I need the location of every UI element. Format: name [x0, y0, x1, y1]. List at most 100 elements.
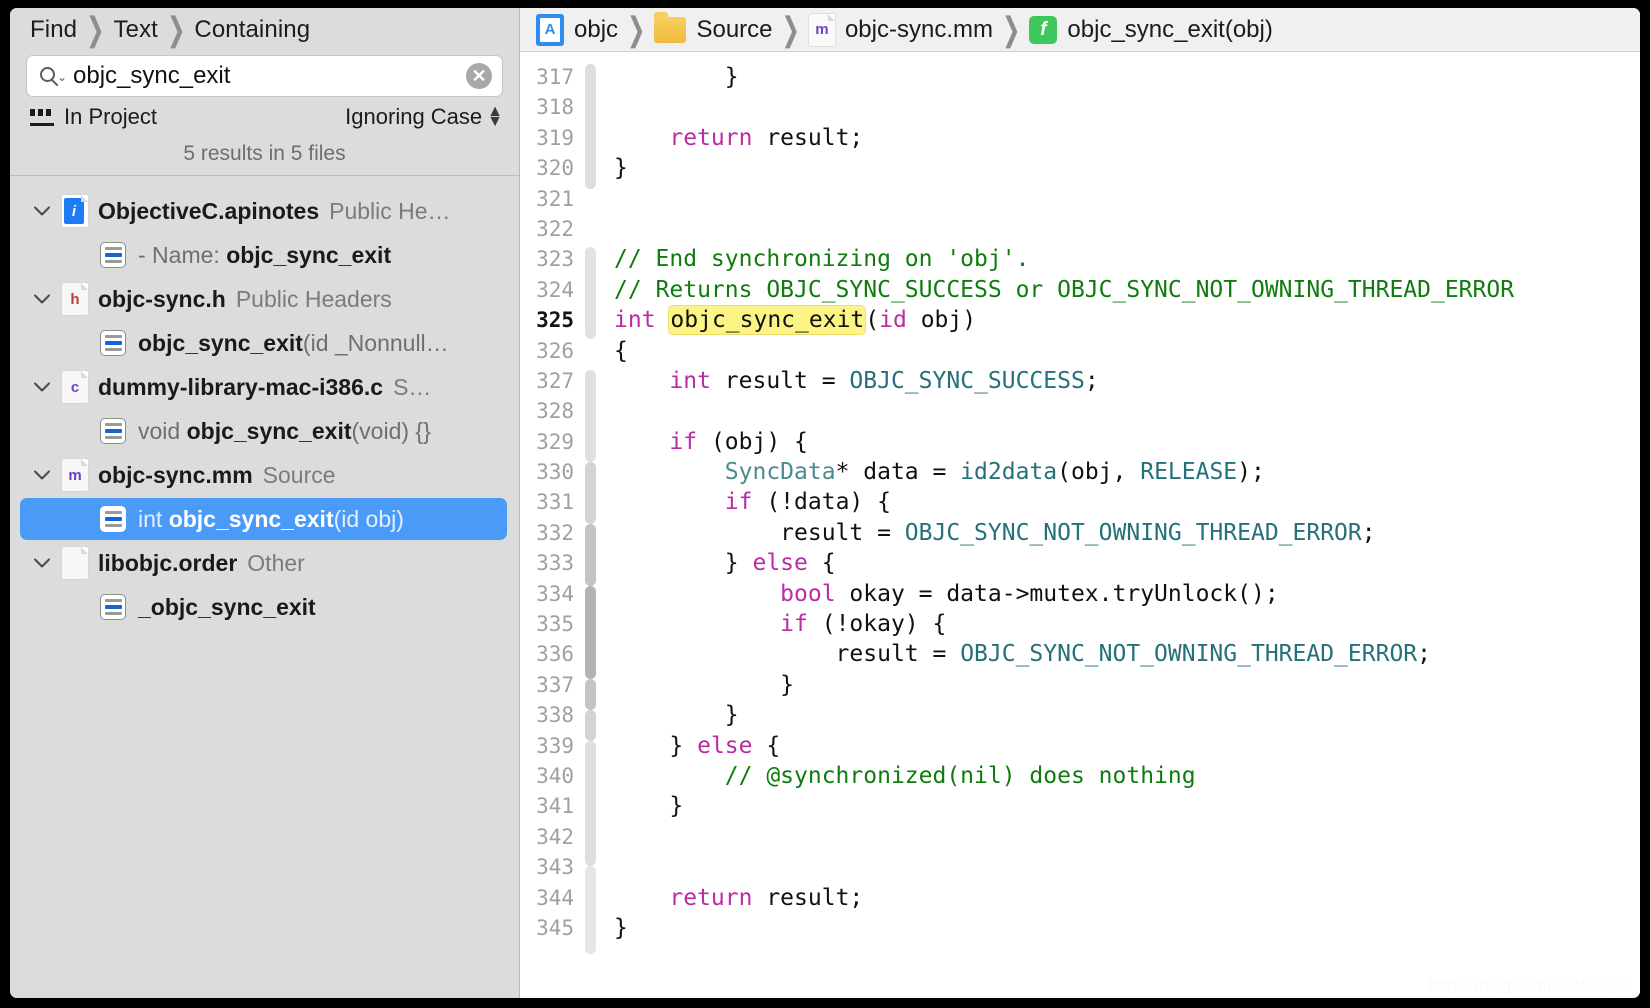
- line-number[interactable]: 340: [520, 761, 574, 791]
- fold-segment[interactable]: [585, 64, 596, 189]
- chevron-down-icon[interactable]: [32, 558, 52, 569]
- code-line[interactable]: if (!okay) {: [614, 609, 1640, 639]
- code-line[interactable]: SyncData* data = id2data(obj, RELEASE);: [614, 457, 1640, 487]
- code-line[interactable]: }: [614, 670, 1640, 700]
- line-number[interactable]: 342: [520, 822, 574, 852]
- fold-segment[interactable]: [585, 247, 596, 339]
- line-number[interactable]: 329: [520, 427, 574, 457]
- line-number[interactable]: 320: [520, 153, 574, 183]
- code-line[interactable]: result = OBJC_SYNC_NOT_OWNING_THREAD_ERR…: [614, 639, 1640, 669]
- source-code-text[interactable]: } return result;} // End synchronizing o…: [598, 52, 1640, 998]
- fold-segment[interactable]: [585, 741, 596, 866]
- line-number[interactable]: 323: [520, 244, 574, 274]
- code-line[interactable]: [614, 822, 1640, 852]
- code-line[interactable]: if (obj) {: [614, 427, 1640, 457]
- line-number[interactable]: 343: [520, 852, 574, 882]
- scope-selector[interactable]: In Project: [30, 104, 157, 130]
- code-line[interactable]: } else {: [614, 731, 1640, 761]
- code-line[interactable]: // Returns OBJC_SYNC_SUCCESS or OBJC_SYN…: [614, 275, 1640, 305]
- code-line[interactable]: return result;: [614, 123, 1640, 153]
- chevron-down-icon[interactable]: [32, 382, 52, 393]
- result-match-row[interactable]: _objc_sync_exit: [20, 586, 507, 628]
- line-number[interactable]: 333: [520, 548, 574, 578]
- jumpbar-item[interactable]: Aobjc: [536, 13, 618, 46]
- fold-segment[interactable]: [585, 524, 596, 586]
- code-line[interactable]: bool okay = data->mutex.tryUnlock();: [614, 579, 1640, 609]
- result-match-row[interactable]: objc_sync_exit(id _Nonnull…: [20, 322, 507, 364]
- line-number[interactable]: 328: [520, 396, 574, 426]
- code-line[interactable]: }: [614, 62, 1640, 92]
- code-line[interactable]: }: [614, 700, 1640, 730]
- results-list[interactable]: i ObjectiveC.apinotes Public He… - Name: ob…: [10, 176, 519, 998]
- search-icon[interactable]: ⌄: [39, 64, 67, 88]
- line-number[interactable]: 327: [520, 366, 574, 396]
- code-line[interactable]: [614, 214, 1640, 244]
- code-line[interactable]: result = OBJC_SYNC_NOT_OWNING_THREAD_ERR…: [614, 518, 1640, 548]
- fold-segment[interactable]: [585, 370, 596, 462]
- code-line[interactable]: int objc_sync_exit(id obj): [614, 305, 1640, 335]
- line-number[interactable]: 336: [520, 639, 574, 669]
- code-line[interactable]: }: [614, 913, 1640, 943]
- code-line[interactable]: [614, 184, 1640, 214]
- code-line[interactable]: }: [614, 153, 1640, 183]
- line-number[interactable]: 326: [520, 336, 574, 366]
- result-match-row[interactable]: void objc_sync_exit(void) {}: [20, 410, 507, 452]
- code-line[interactable]: // @synchronized(nil) does nothing: [614, 761, 1640, 791]
- line-number[interactable]: 345: [520, 913, 574, 943]
- breadcrumb-containing[interactable]: Containing: [194, 16, 310, 44]
- search-input[interactable]: [69, 62, 462, 90]
- line-number[interactable]: 341: [520, 791, 574, 821]
- code-line[interactable]: [614, 396, 1640, 426]
- result-file-row[interactable]: c dummy-library-mac-i386.c S…: [10, 366, 519, 408]
- clear-icon[interactable]: ✕: [466, 63, 492, 89]
- line-number[interactable]: 331: [520, 487, 574, 517]
- code-line[interactable]: } else {: [614, 548, 1640, 578]
- line-number[interactable]: 339: [520, 731, 574, 761]
- line-number[interactable]: 319: [520, 123, 574, 153]
- line-number[interactable]: 332: [520, 518, 574, 548]
- code-line[interactable]: [614, 92, 1640, 122]
- code-line[interactable]: return result;: [614, 883, 1640, 913]
- line-number[interactable]: 338: [520, 700, 574, 730]
- breadcrumb-text[interactable]: Text: [114, 16, 158, 44]
- search-field[interactable]: ⌄ ✕: [26, 55, 503, 97]
- code-folding-ribbon[interactable]: [582, 52, 598, 998]
- case-sensitivity-selector[interactable]: Ignoring Case ▲ ▼: [345, 104, 503, 130]
- jumpbar-item[interactable]: m objc-sync.mm: [808, 13, 993, 46]
- line-number[interactable]: 335: [520, 609, 574, 639]
- code-line[interactable]: {: [614, 336, 1640, 366]
- fold-segment[interactable]: [585, 710, 596, 741]
- line-number[interactable]: 334: [520, 579, 574, 609]
- line-number[interactable]: 322: [520, 214, 574, 244]
- code-line[interactable]: }: [614, 791, 1640, 821]
- line-number[interactable]: 317: [520, 62, 574, 92]
- result-match-row[interactable]: int objc_sync_exit(id obj): [20, 498, 507, 540]
- line-number[interactable]: 325: [520, 305, 574, 335]
- chevron-down-icon[interactable]: [32, 294, 52, 305]
- jumpbar-item[interactable]: f objc_sync_exit(obj): [1029, 15, 1273, 44]
- breadcrumb-find[interactable]: Find: [30, 16, 77, 44]
- jumpbar-item[interactable]: Source: [654, 11, 773, 44]
- fold-segment[interactable]: [585, 679, 596, 710]
- code-line[interactable]: int result = OBJC_SYNC_SUCCESS;: [614, 366, 1640, 396]
- result-file-row[interactable]: m objc-sync.mm Source: [10, 454, 519, 496]
- chevron-down-icon[interactable]: [32, 206, 52, 217]
- line-number[interactable]: 330: [520, 457, 574, 487]
- line-number[interactable]: 321: [520, 184, 574, 214]
- fold-segment[interactable]: [585, 586, 596, 679]
- line-number[interactable]: 337: [520, 670, 574, 700]
- line-number[interactable]: 324: [520, 275, 574, 305]
- code-line[interactable]: // End synchronizing on 'obj'.: [614, 244, 1640, 274]
- jump-bar[interactable]: Aobjc ❯ Source ❯ m objc-sync.mm ❯ f objc_sync_ex…: [520, 8, 1640, 52]
- line-number[interactable]: 344: [520, 883, 574, 913]
- code-area[interactable]: 317 318 319 320 321 322 323 324 325 326 327 328 329 3…: [520, 52, 1640, 998]
- result-file-row[interactable]: i ObjectiveC.apinotes Public He…: [10, 190, 519, 232]
- code-line[interactable]: if (!data) {: [614, 487, 1640, 517]
- result-match-row[interactable]: - Name: objc_sync_exit: [20, 234, 507, 276]
- result-file-row[interactable]: h objc-sync.h Public Headers: [10, 278, 519, 320]
- line-number[interactable]: 318: [520, 92, 574, 122]
- result-file-row[interactable]: libobjc.order Other: [10, 542, 519, 584]
- chevron-updown-icon[interactable]: ▲ ▼: [487, 104, 503, 130]
- fold-segment[interactable]: [585, 866, 596, 954]
- fold-segment[interactable]: [585, 462, 596, 524]
